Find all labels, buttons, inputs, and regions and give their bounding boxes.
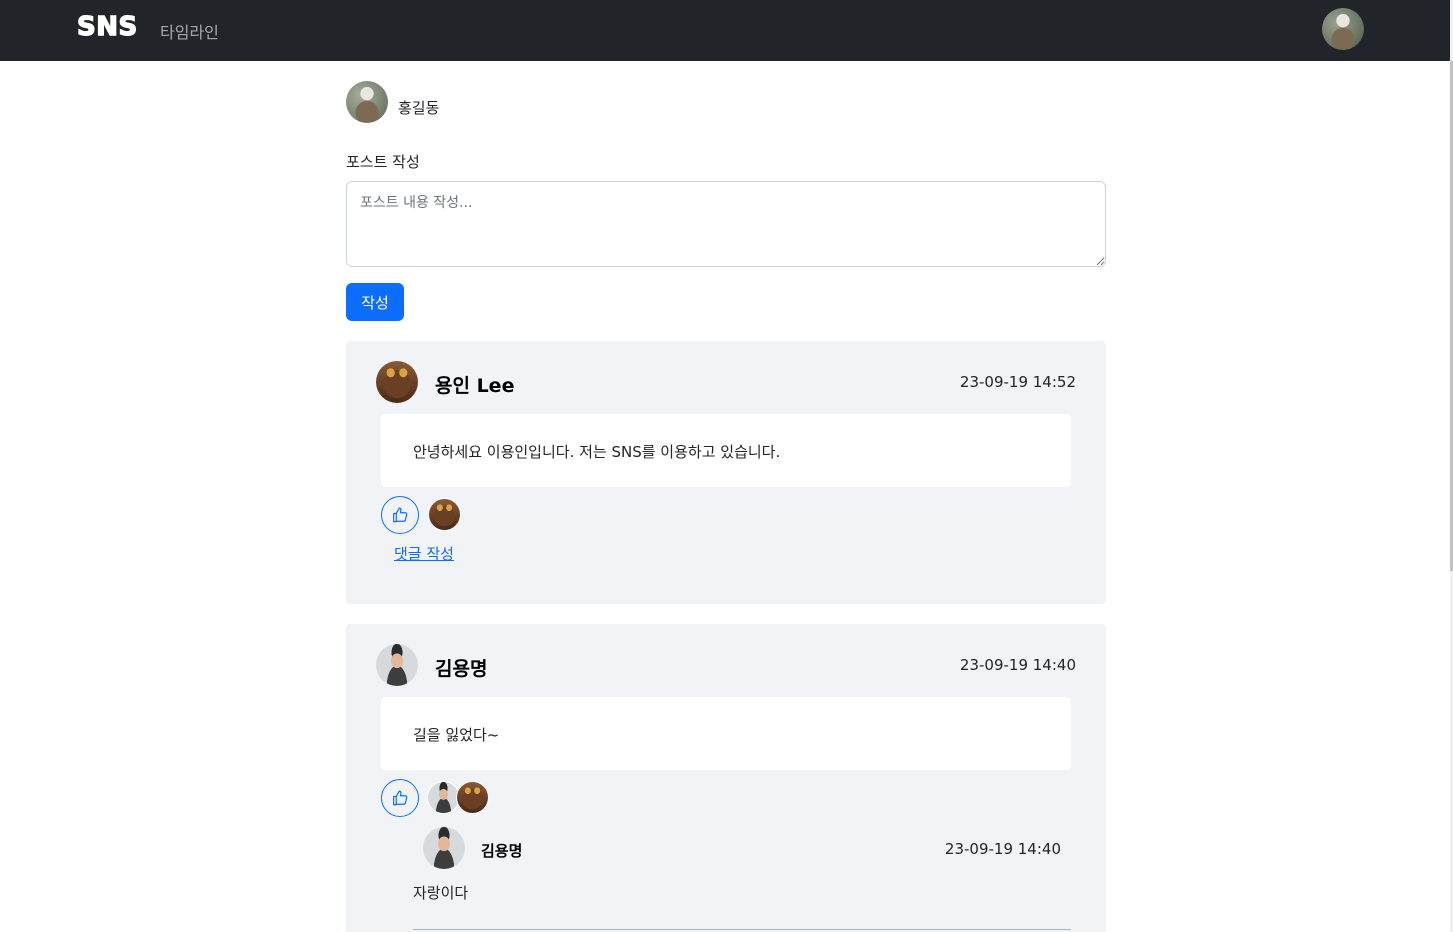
nav-link-timeline[interactable]: 타임라인 (160, 19, 219, 43)
comment-timestamp: 23-09-19 14:40 (944, 840, 1061, 858)
post-author-avatar (376, 644, 418, 686)
current-user-name: 홍길동 (398, 99, 440, 117)
liker-avatar (428, 498, 461, 531)
thumbs-up-icon (393, 507, 408, 523)
post-form-label: 포스트 작성 (346, 153, 420, 171)
post-timestamp: 23-09-19 14:40 (959, 656, 1076, 674)
post-content-input[interactable] (346, 181, 1106, 267)
post-card: 용인 Lee 23-09-19 14:52 안녕하세요 이용인입니다. 저는 S… (346, 341, 1106, 604)
post-author-name: 용인 Lee (435, 375, 515, 397)
post-author-name: 김용명 (435, 658, 488, 680)
post-content-text: 길을 잃었다~ (413, 726, 500, 744)
current-user-avatar (346, 81, 388, 123)
comment-divider (413, 929, 1071, 930)
post-content-box: 길을 잃었다~ (381, 697, 1071, 770)
comment-author-avatar (423, 827, 465, 869)
post-content-box: 안녕하세요 이용인입니다. 저는 SNS를 이용하고 있습니다. (381, 414, 1071, 487)
post-content-text: 안녕하세요 이용인입니다. 저는 SNS를 이용하고 있습니다. (413, 443, 781, 461)
brand-logo[interactable]: SNS (76, 11, 138, 42)
write-comment-link[interactable]: 댓글 작성 (394, 543, 454, 564)
navbar: SNS 타임라인 (0, 0, 1453, 61)
thumbs-up-icon (393, 790, 408, 806)
post-author-avatar (376, 361, 418, 403)
post-card: 김용명 23-09-19 14:40 길을 잃었다~ 김용명 23-09-19 … (346, 624, 1106, 932)
like-button[interactable] (381, 496, 419, 534)
post-timestamp: 23-09-19 14:52 (959, 373, 1076, 391)
like-button[interactable] (381, 779, 419, 817)
submit-post-button[interactable]: 작성 (346, 283, 404, 321)
liker-avatar (456, 781, 489, 814)
comment-author-name: 김용명 (481, 842, 523, 860)
profile-avatar[interactable] (1322, 8, 1364, 50)
comment-text: 자랑이다 (413, 884, 469, 902)
